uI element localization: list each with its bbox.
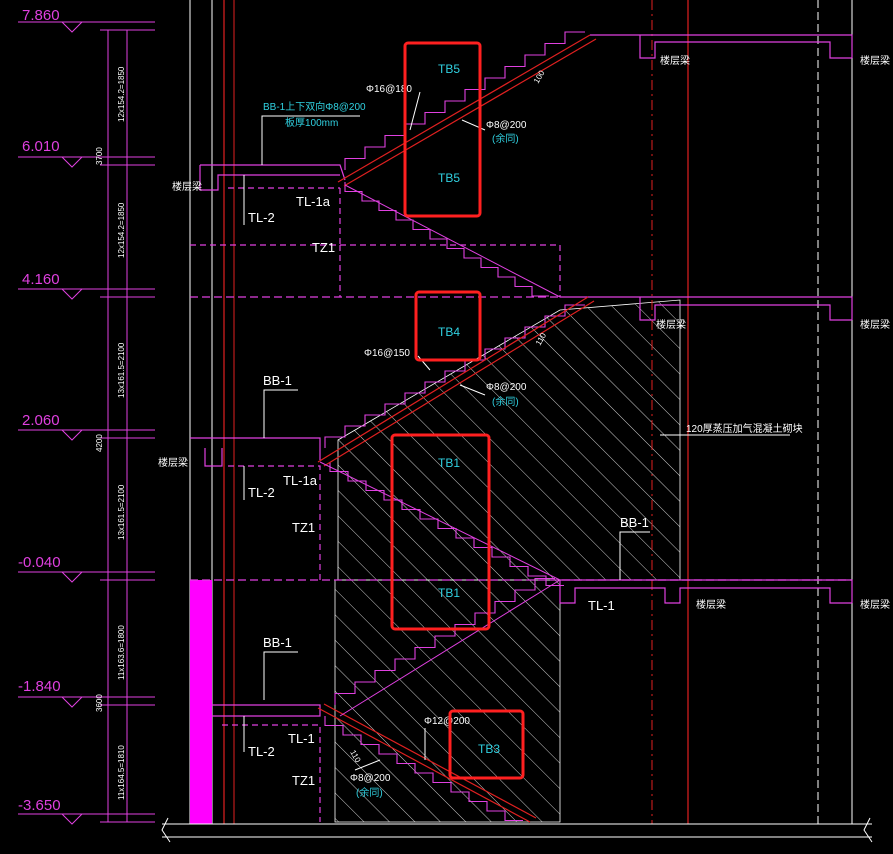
rebar-label-3: Φ16@150 bbox=[364, 348, 410, 359]
stair-flight-upper-fall bbox=[344, 182, 549, 297]
rebar-label-4: Φ8@200 bbox=[486, 382, 527, 393]
bb1-note-line2: 板厚100mm bbox=[285, 116, 338, 129]
pier-fill bbox=[190, 580, 212, 824]
elevation-minus1840: -1.840 bbox=[18, 678, 61, 695]
dim-seg-4: 13x161.5=2100 bbox=[117, 484, 126, 540]
elevation-texts: 7.860 6.010 4.160 2.060 -0.040 -1.840 -3… bbox=[18, 7, 61, 814]
dimension-chain bbox=[100, 29, 155, 823]
rebar-label-5: Φ12@200 bbox=[424, 716, 470, 727]
elevation-minus0040: -0.040 bbox=[18, 554, 61, 571]
bb1-note-line1: BB-1上下双向Φ8@200 bbox=[263, 100, 366, 113]
elevation-6010: 6.010 bbox=[22, 138, 60, 155]
elevation-2060: 2.060 bbox=[22, 412, 60, 429]
dim-total-top: 3700 bbox=[95, 147, 104, 165]
elevation-triangle-3 bbox=[61, 429, 83, 441]
label-tl1a-a: TL-1a bbox=[296, 194, 331, 209]
tag-tb5-upper: TB5 bbox=[438, 62, 460, 76]
hatch-lower bbox=[334, 579, 561, 823]
dim-seg-3: 13x161.5=2100 bbox=[117, 342, 126, 398]
floor-beam-label-5: 楼层梁 bbox=[860, 318, 890, 331]
hatch-upper bbox=[337, 299, 681, 581]
tag-tb1-upper: TB1 bbox=[438, 456, 460, 470]
rebar-label-2: Φ8@200 bbox=[486, 120, 527, 131]
label-tl2-b: TL-2 bbox=[248, 485, 275, 500]
elevation-triangle-0 bbox=[61, 21, 83, 33]
wall-note: 120厚蒸压加气混凝土砌块 bbox=[686, 422, 803, 435]
label-tl1a-b: TL-1a bbox=[283, 473, 318, 488]
dim-seg-6: 11x164.5=1810 bbox=[117, 745, 126, 800]
floor-beam-label-7: 楼层梁 bbox=[696, 598, 726, 611]
tag-tb3: TB3 bbox=[478, 742, 500, 756]
floor-beam-label-3: 楼层梁 bbox=[860, 54, 890, 67]
dim-seg-5: 11x163.6=1800 bbox=[117, 625, 126, 680]
elevation-7860: 7.860 bbox=[22, 7, 60, 24]
tag-tb1-lower: TB1 bbox=[438, 586, 460, 600]
label-bb1-c: BB-1 bbox=[620, 515, 649, 530]
rebar-label-4b: (余同) bbox=[492, 395, 519, 408]
dim-seg-2: 12x154.2=1850 bbox=[117, 202, 126, 258]
floor-beam-label-1: 楼层梁 bbox=[172, 180, 202, 193]
dim-seg-1: 12x154.2=1850 bbox=[117, 66, 126, 122]
label-tl2-a: TL-2 bbox=[248, 210, 275, 225]
cad-drawing-canvas: 3700 4200 3600 12x154.2=1850 12x154.2=18… bbox=[18, 0, 890, 843]
elevation-triangle-5 bbox=[61, 696, 83, 708]
dimension-texts: 3700 4200 3600 12x154.2=1850 12x154.2=18… bbox=[95, 66, 126, 800]
label-tz1-b: TZ1 bbox=[292, 520, 315, 535]
label-tl1-a: TL-1 bbox=[288, 731, 315, 746]
stair-flight-upper-rise bbox=[344, 31, 585, 170]
tag-tb4: TB4 bbox=[438, 325, 460, 339]
hatched-wall-regions bbox=[334, 299, 681, 823]
slab-thickness-1: 100 bbox=[532, 68, 547, 85]
rebar-label-2b: (余同) bbox=[492, 132, 519, 145]
rebar-label-6: Φ8@200 bbox=[350, 773, 391, 784]
floor-beam-label-2: 楼层梁 bbox=[660, 54, 690, 67]
elevation-4160: 4.160 bbox=[22, 271, 60, 288]
floor-beam-label-4: 楼层梁 bbox=[656, 318, 686, 331]
elevation-triangle-2 bbox=[61, 288, 83, 300]
label-tz1-a: TZ1 bbox=[312, 240, 335, 255]
elevation-triangle-6 bbox=[61, 813, 83, 825]
dim-total-bot: 3600 bbox=[95, 694, 104, 712]
elevation-minus3650: -3.650 bbox=[18, 797, 61, 814]
floor-beam-label-6: 楼层梁 bbox=[158, 456, 188, 469]
label-bb1-b: BB-1 bbox=[263, 635, 292, 650]
label-bb1-a: BB-1 bbox=[263, 373, 292, 388]
label-tl1-b: TL-1 bbox=[588, 598, 615, 613]
tag-tb5-lower: TB5 bbox=[438, 171, 460, 185]
rebar-label-6b: (余同) bbox=[356, 786, 383, 799]
label-tl2-c: TL-2 bbox=[248, 744, 275, 759]
dim-total-mid: 4200 bbox=[95, 434, 104, 452]
elevation-triangle-1 bbox=[61, 156, 83, 168]
floor-beam-label-8: 楼层梁 bbox=[860, 598, 890, 611]
label-tz1-c: TZ1 bbox=[292, 773, 315, 788]
elevation-triangle-4 bbox=[61, 571, 83, 583]
